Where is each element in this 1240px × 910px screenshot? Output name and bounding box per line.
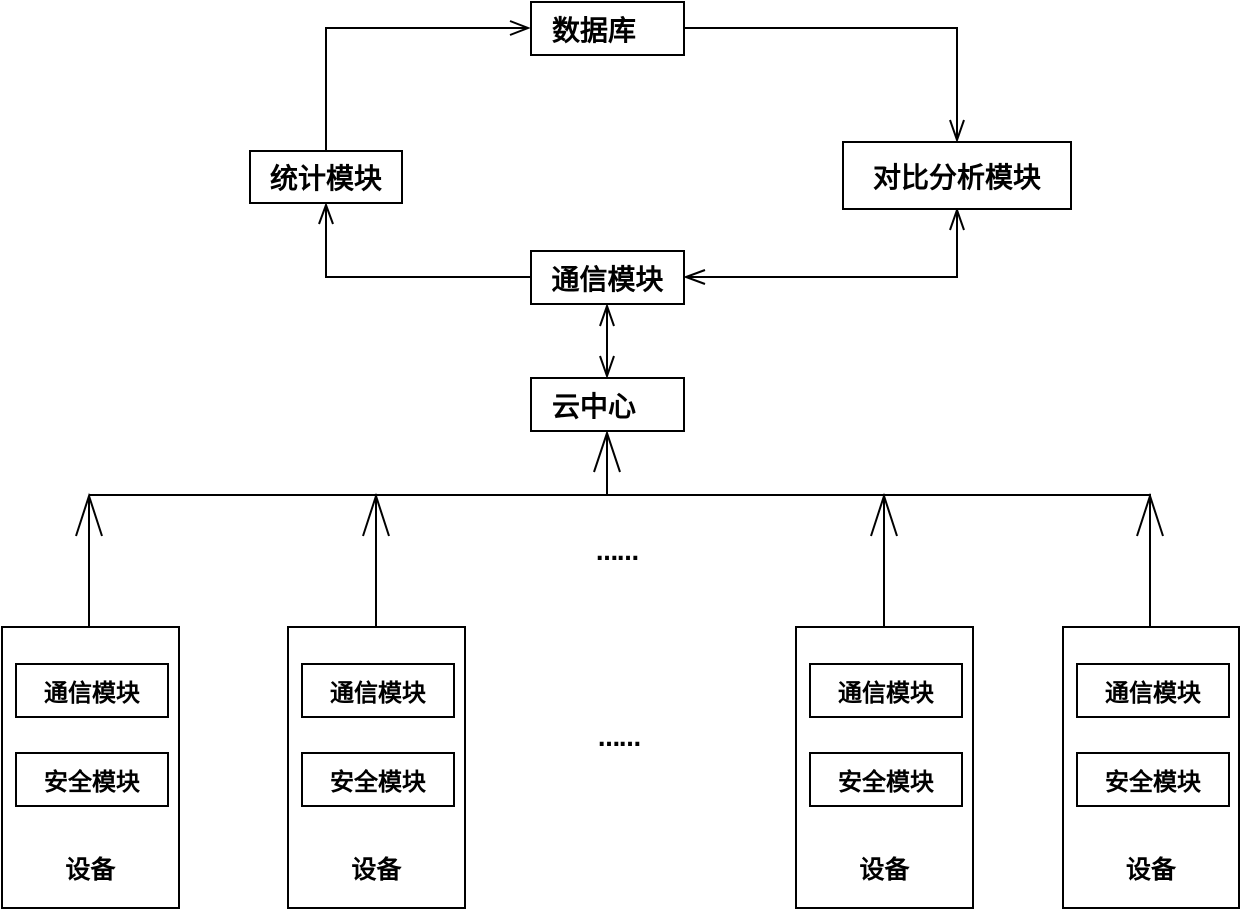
device-3: 通信模块 安全模块 设备 (795, 626, 974, 909)
cloud-center-label: 云中心 (552, 389, 637, 423)
device-1: 通信模块 安全模块 设备 (1, 626, 180, 909)
device-2-communication-module: 通信模块 (301, 663, 455, 718)
database-label: 数据库 (552, 13, 637, 47)
device-1-label: 设备 (65, 855, 116, 884)
device-1-security-module: 安全模块 (15, 752, 169, 807)
device-4-label: 设备 (1125, 855, 1176, 884)
edge-database-to-compare (684, 27, 958, 140)
edge-stats-to-database (325, 27, 528, 150)
statistics-module-node: 统计模块 (249, 150, 403, 204)
comparison-analysis-module-node: 对比分析模块 (842, 141, 1072, 210)
database-node: 数据库 (530, 1, 685, 56)
connector-layer (75, 20, 1164, 626)
edge-comm-to-compare (686, 210, 958, 278)
device-4-security-module: 安全模块 (1076, 752, 1230, 807)
device-2-security-module: 安全模块 (301, 752, 455, 807)
ellipsis-bottom: …… (598, 727, 641, 752)
edge-comm-to-stats (325, 205, 530, 278)
communication-module-label: 通信模块 (551, 262, 664, 296)
ellipsis-top: …… (596, 541, 639, 566)
cloud-center-node: 云中心 (530, 377, 685, 432)
device-3-communication-module: 通信模块 (809, 663, 963, 718)
device-3-security-module: 安全模块 (809, 752, 963, 807)
comparison-analysis-module-label: 对比分析模块 (872, 160, 1041, 194)
device-1-communication-module: 通信模块 (15, 663, 169, 718)
device-2-label: 设备 (351, 855, 402, 884)
device-4: 通信模块 安全模块 设备 (1062, 626, 1240, 909)
statistics-module-label: 统计模块 (269, 162, 382, 195)
device-3-label: 设备 (859, 855, 910, 884)
device-4-communication-module: 通信模块 (1076, 663, 1230, 718)
communication-module-node: 通信模块 (530, 250, 685, 305)
device-2: 通信模块 安全模块 设备 (287, 626, 466, 909)
